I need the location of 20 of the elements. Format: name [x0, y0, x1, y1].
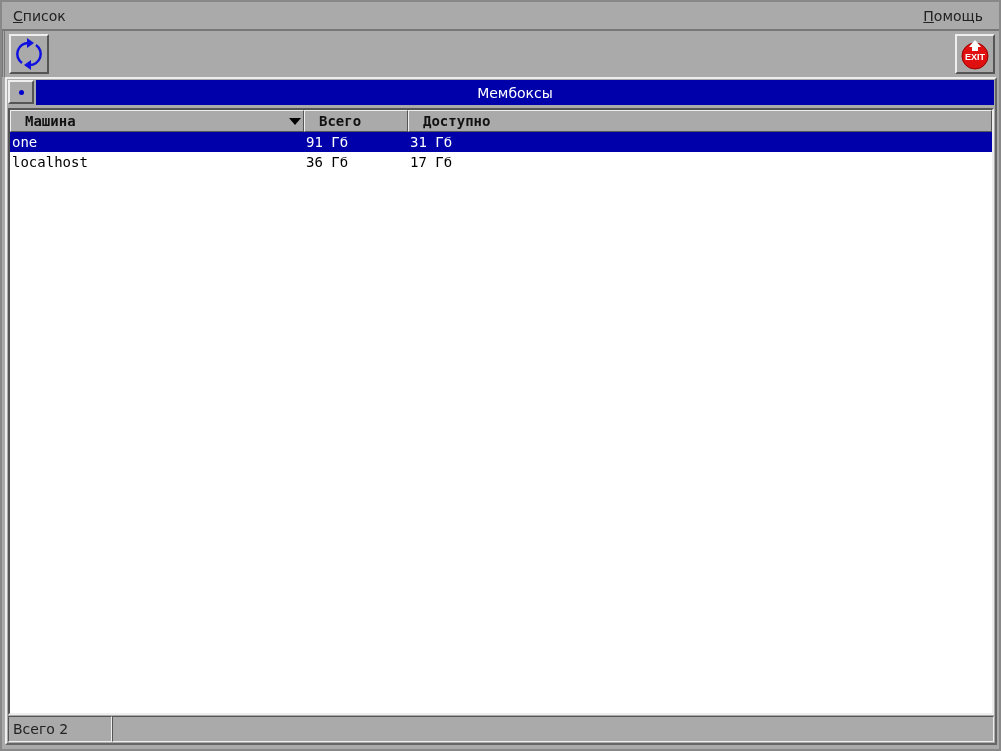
menu-item[interactable]: Список — [13, 7, 66, 24]
table-cell-text: one — [11, 134, 39, 150]
exit-button[interactable]: EXIT — [955, 34, 995, 74]
table-cell-text: 36 Гб — [305, 154, 350, 170]
refresh-icon — [14, 37, 44, 71]
menu-item[interactable]: Помощь — [923, 7, 983, 24]
table-cell-text: 17 Гб — [409, 154, 453, 170]
column-header[interactable]: Доступно — [408, 110, 992, 132]
table-row[interactable]: localhost 36 Гб 17 Гб — [10, 152, 992, 172]
column-header[interactable]: Машина — [10, 110, 304, 132]
column-header[interactable]: Всего — [304, 110, 408, 132]
table-row[interactable]: one 91 Гб 31 Гб — [10, 132, 992, 152]
status-text: Всего 2 — [8, 716, 112, 742]
refresh-button[interactable] — [9, 34, 49, 74]
table-cell-text: localhost — [11, 154, 89, 170]
table-cell-text: 31 Гб — [409, 134, 453, 150]
panel-title: Мембоксы — [36, 80, 994, 105]
panel-menu-button[interactable] — [8, 80, 34, 104]
sort-arrow-icon — [289, 118, 301, 126]
table-cell-text: 91 Гб — [305, 134, 350, 150]
